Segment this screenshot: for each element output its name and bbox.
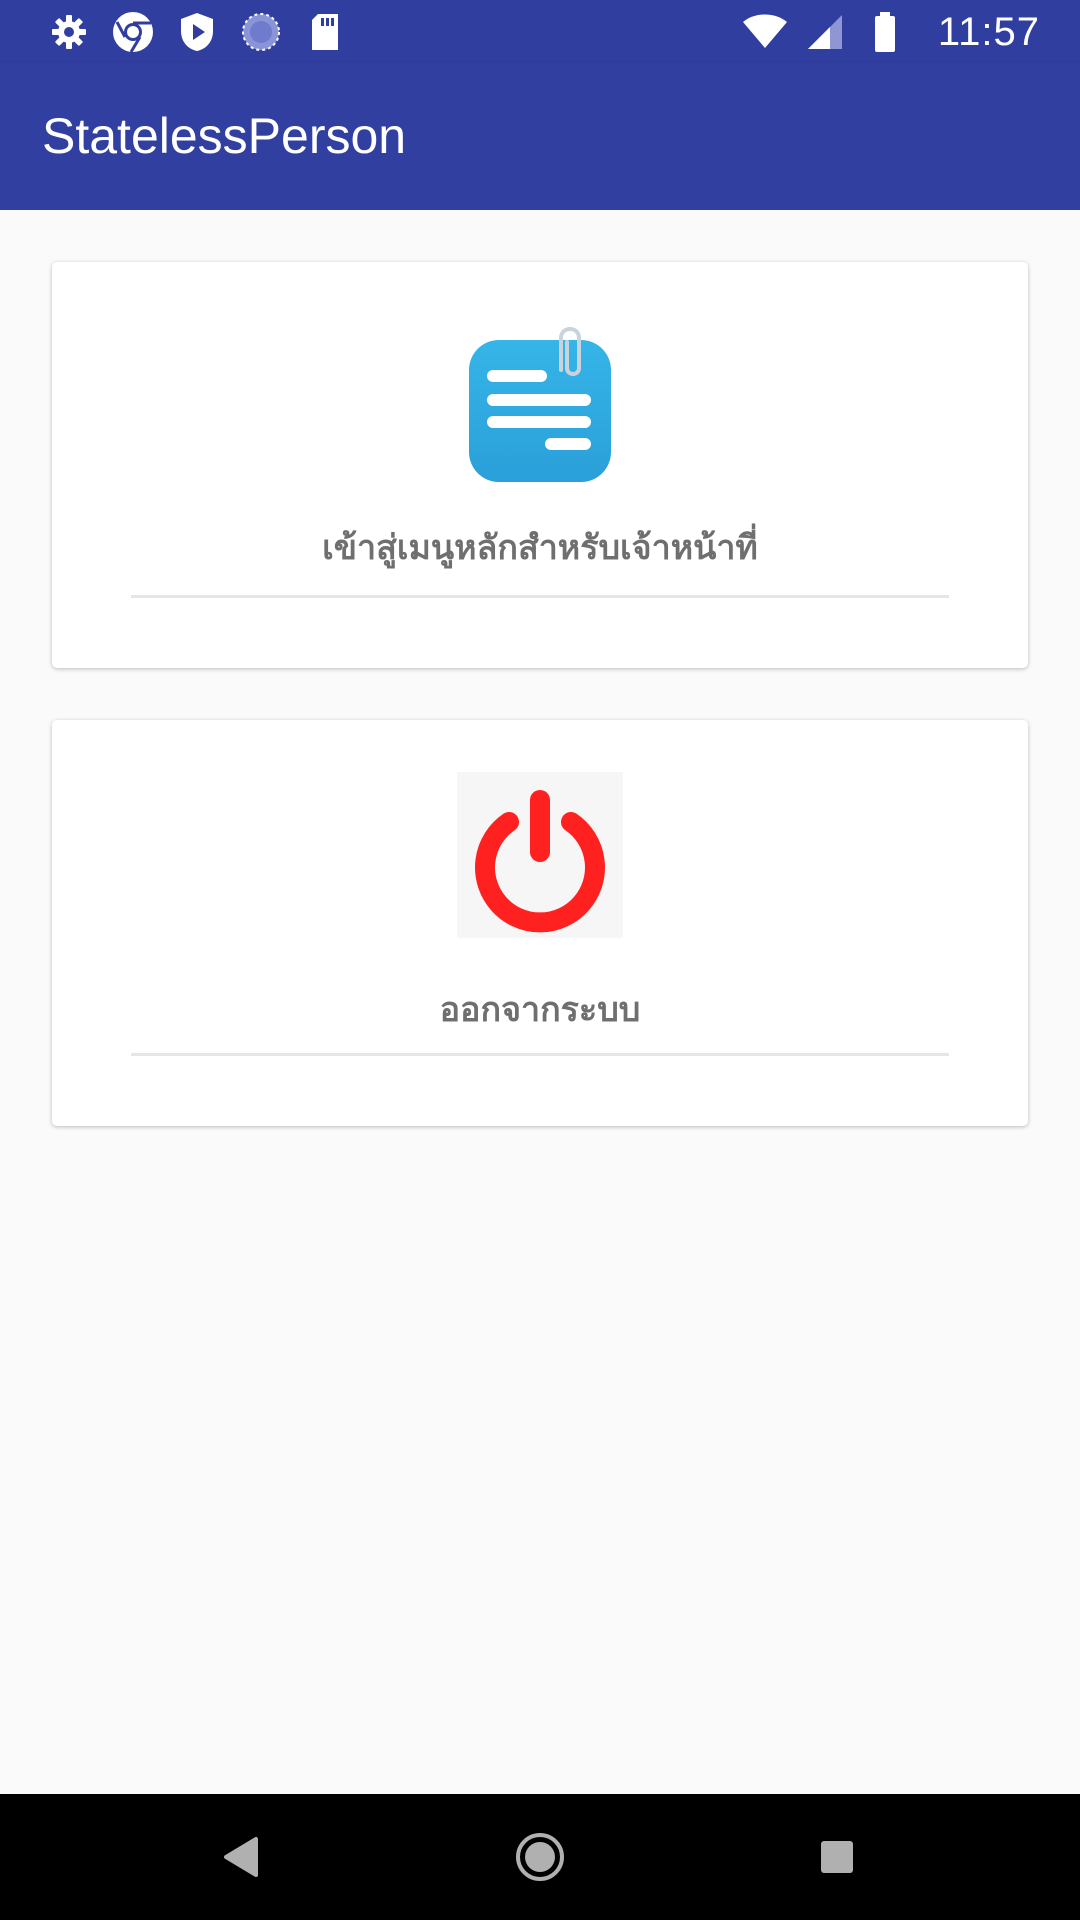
recents-button[interactable] [805,1825,869,1889]
status-clock: 11:57 [937,9,1040,54]
logout-label: ออกจากระบบ [439,990,641,1030]
status-right-icons: 11:57 [742,9,1040,55]
settings-icon [46,9,92,55]
officer-menu-label: เข้าสู่เมนูหลักสำหรับเจ้าหน้าที่ [322,528,758,568]
logout-card[interactable]: ออกจากระบบ [52,720,1028,1126]
wifi-icon [742,9,788,55]
cell-signal-icon [802,9,848,55]
home-icon [516,1833,564,1881]
chrome-icon [110,9,156,55]
home-button[interactable] [508,1825,572,1889]
battery-icon [862,9,908,55]
status-left-icons [46,9,348,55]
status-bar: 11:57 [0,0,1080,63]
sd-card-icon [302,9,348,55]
card-divider [131,595,949,598]
back-icon [224,1837,258,1877]
main-content: เข้าสู่เมนูหลักสำหรับเจ้าหน้าที่ ออกจากร… [0,210,1080,1178]
sync-icon [238,9,284,55]
document-clip-icon [465,318,615,488]
officer-menu-card[interactable]: เข้าสู่เมนูหลักสำหรับเจ้าหน้าที่ [52,262,1028,668]
app-title: StatelessPerson [42,108,407,164]
recents-icon [821,1841,853,1873]
power-icon [457,772,623,938]
back-button[interactable] [208,1825,272,1889]
shield-play-icon [174,9,220,55]
card-divider [131,1053,949,1056]
app-bar: StatelessPerson [0,63,1080,210]
navigation-bar [0,1794,1080,1920]
